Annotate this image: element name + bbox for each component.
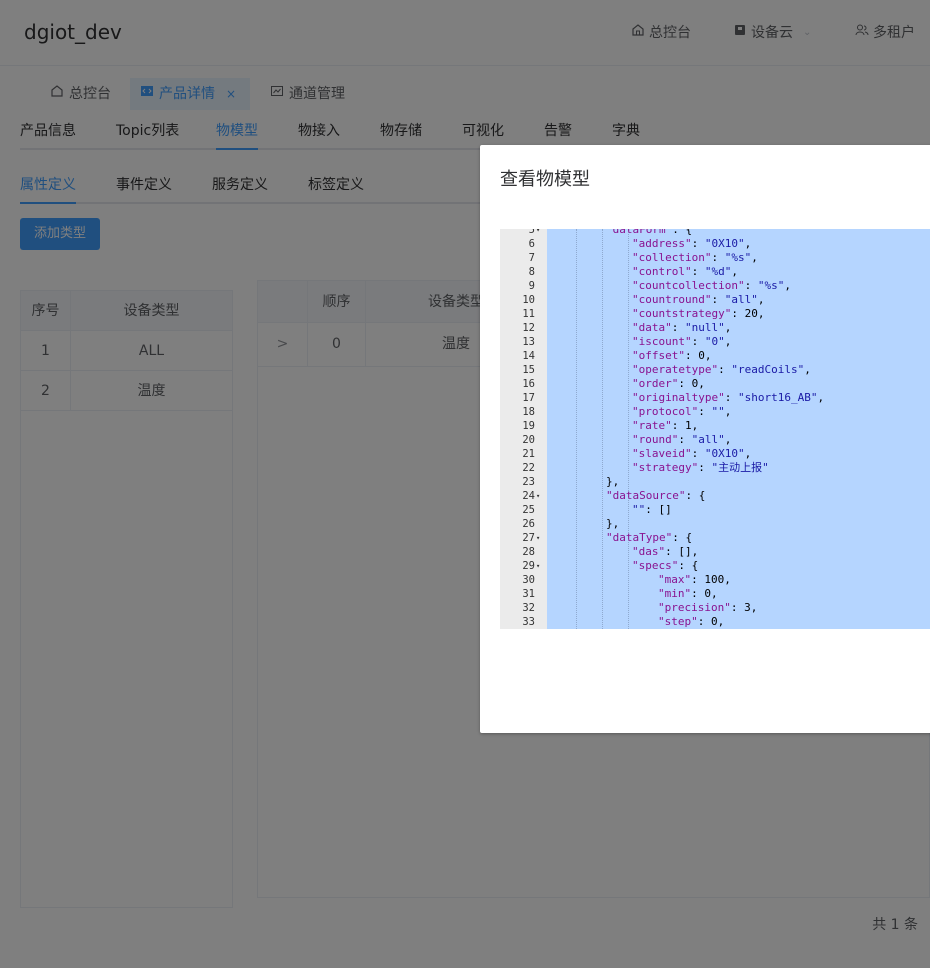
code-text: "": [] — [632, 503, 672, 516]
code-text: "countcollection": "%s", — [632, 279, 791, 292]
line-number: 33 — [522, 616, 535, 628]
code-line: 17 "originaltype": "short16_AB", — [500, 391, 930, 405]
line-number: 20 — [522, 434, 535, 446]
line-number: 26 — [522, 518, 535, 530]
line-number: 18 — [522, 406, 535, 418]
code-line: 14 "offset": 0, — [500, 349, 930, 363]
code-line: 32 "precision": 3, — [500, 601, 930, 615]
code-line: 23}, — [500, 475, 930, 489]
line-number: 8 — [528, 266, 535, 278]
code-line: 25 "": [] — [500, 503, 930, 517]
code-line: 11 "countstrategy": 20, — [500, 307, 930, 321]
code-text: "strategy": "主动上报" — [632, 461, 769, 474]
code-text: "data": "null", — [632, 321, 732, 334]
code-text: "collection": "%s", — [632, 251, 758, 264]
line-number: 27 — [522, 532, 535, 544]
code-line: 20 "round": "all", — [500, 433, 930, 447]
code-line: 19 "rate": 1, — [500, 419, 930, 433]
code-line: 9 "countcollection": "%s", — [500, 279, 930, 293]
code-text: "originaltype": "short16_AB", — [632, 391, 825, 404]
line-number: 21 — [522, 448, 535, 460]
line-number: 13 — [522, 336, 535, 348]
line-number: 14 — [522, 350, 535, 362]
code-line: 6 "address": "0X10", — [500, 237, 930, 251]
fold-toggle-icon[interactable]: ▾ — [536, 229, 544, 237]
code-text: "max": 100, — [658, 573, 731, 586]
code-text: "dataType": { — [606, 531, 693, 544]
code-line: 12 "data": "null", — [500, 321, 930, 335]
code-line: 5 ▾ "dataForm": { — [500, 229, 930, 237]
code-line: 27 ▾ "dataType": { — [500, 531, 930, 545]
dialog-title: 查看物模型 — [500, 169, 590, 190]
code-text: "step": 0, — [658, 615, 725, 628]
code-text: "countstrategy": 20, — [632, 307, 765, 320]
code-line: 7 "collection": "%s", — [500, 251, 930, 265]
code-text: "operatetype": "readCoils", — [632, 363, 811, 376]
code-text: "protocol": "", — [632, 405, 732, 418]
line-number: 23 — [522, 476, 535, 488]
code-text: "address": "0X10", — [632, 237, 752, 250]
line-number: 10 — [522, 294, 535, 306]
code-line: 18 "protocol": "", — [500, 405, 930, 419]
code-line: 21 "slaveid": "0X10", — [500, 447, 930, 461]
code-text: "specs": { — [632, 559, 699, 572]
line-number: 24 — [522, 490, 535, 502]
code-line: 30 "max": 100, — [500, 573, 930, 587]
code-text: }, — [606, 475, 620, 488]
code-line: 29 ▾ "specs": { — [500, 559, 930, 573]
code-line: 13 "iscount": "0", — [500, 335, 930, 349]
line-number: 22 — [522, 462, 535, 474]
code-line: 24 ▾ "dataSource": { — [500, 489, 930, 503]
line-number: 31 — [522, 588, 535, 600]
line-number: 7 — [528, 252, 535, 264]
json-editor[interactable]: 5 ▾ "dataForm": {6 "address": "0X10", 7 "coll… — [500, 229, 930, 629]
code-text: "rate": 1, — [632, 419, 699, 432]
code-line: 26}, — [500, 517, 930, 531]
code-text: "precision": 3, — [658, 601, 758, 614]
code-text: "countround": "all", — [632, 293, 765, 306]
code-line: 8 "control": "%d", — [500, 265, 930, 279]
line-number: 32 — [522, 602, 535, 614]
line-number: 17 — [522, 392, 535, 404]
code-text: "min": 0, — [658, 587, 718, 600]
line-number: 29 — [522, 560, 535, 572]
line-number: 19 — [522, 420, 535, 432]
line-number: 30 — [522, 574, 535, 586]
code-line: 33 "step": 0, — [500, 615, 930, 629]
line-number: 12 — [522, 322, 535, 334]
code-line: 31 "min": 0, — [500, 587, 930, 601]
code-text: "round": "all", — [632, 433, 732, 446]
code-line: 22 "strategy": "主动上报" — [500, 461, 930, 475]
view-model-dialog: 查看物模型 5 ▾ "dataForm": {6 "address": "0X10",… — [480, 145, 930, 733]
code-line: 16 "order": 0, — [500, 377, 930, 391]
line-number: 6 — [528, 238, 535, 250]
code-text: "order": 0, — [632, 377, 705, 390]
fold-toggle-icon[interactable]: ▾ — [536, 531, 544, 545]
code-text: "control": "%d", — [632, 265, 738, 278]
code-line: 10 "countround": "all", — [500, 293, 930, 307]
code-text: "das": [], — [632, 545, 699, 558]
code-line: 15 "operatetype": "readCoils", — [500, 363, 930, 377]
fold-toggle-icon[interactable]: ▾ — [536, 559, 544, 573]
code-text: "slaveid": "0X10", — [632, 447, 752, 460]
code-line: 28 "das": [], — [500, 545, 930, 559]
line-number: 5 — [528, 229, 535, 236]
code-text: "iscount": "0", — [632, 335, 732, 348]
code-text: }, — [606, 517, 620, 530]
line-number: 16 — [522, 378, 535, 390]
line-number: 28 — [522, 546, 535, 558]
line-number: 11 — [522, 308, 535, 320]
code-text: "offset": 0, — [632, 349, 712, 362]
line-number: 9 — [528, 280, 535, 292]
line-number: 15 — [522, 364, 535, 376]
line-number: 25 — [522, 504, 535, 516]
fold-toggle-icon[interactable]: ▾ — [536, 489, 544, 503]
code-text: "dataSource": { — [606, 489, 706, 502]
code-text: "dataForm": { — [606, 229, 693, 236]
code-lines: 5 ▾ "dataForm": {6 "address": "0X10", 7 "coll… — [500, 229, 930, 629]
